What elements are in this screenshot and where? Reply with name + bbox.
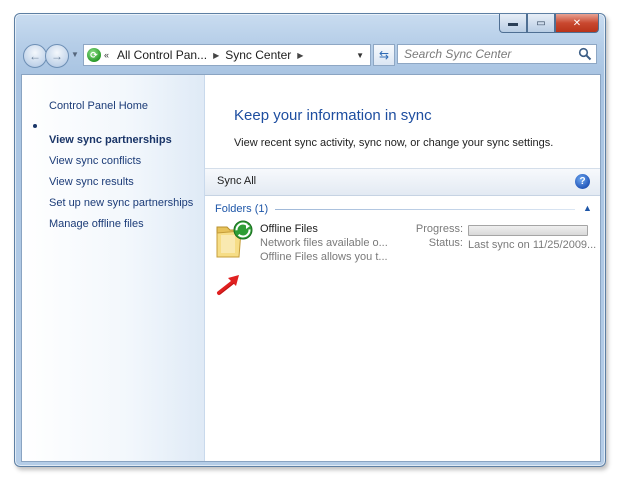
chevron-right-icon[interactable]: ▶: [213, 51, 219, 60]
sync-center-window: ▬ ▭ ✕ ← → ▼ ⟳ « All Control Pan... ▶ Syn…: [14, 13, 606, 467]
refresh-button[interactable]: ⇆: [373, 44, 395, 66]
maximize-button[interactable]: ▭: [527, 14, 555, 33]
address-bar[interactable]: ⟳ « All Control Pan... ▶ Sync Center ▶ ▼: [83, 44, 371, 66]
collapse-group-icon[interactable]: ▲: [583, 203, 592, 213]
content-pane: Keep your information in sync View recen…: [205, 75, 600, 461]
item-name: Offline Files: [260, 223, 318, 235]
close-icon: ✕: [572, 17, 582, 29]
breadcrumb-control-panel[interactable]: All Control Pan...: [117, 48, 207, 62]
page-description: View recent sync activity, sync now, or …: [234, 137, 554, 149]
view-sync-results-link[interactable]: View sync results: [49, 176, 134, 188]
chevron-down-icon: ▼: [71, 50, 79, 59]
group-divider: [275, 209, 575, 210]
forward-button[interactable]: →: [45, 44, 69, 68]
page-title: Keep your information in sync: [234, 107, 432, 124]
progress-label: Progress:: [415, 223, 463, 235]
sync-partnership-item[interactable]: Offline Files Network files available o.…: [215, 219, 597, 269]
maximize-icon: ▭: [536, 17, 546, 29]
recent-pages-dropdown[interactable]: ▼: [71, 50, 79, 59]
forward-arrow-icon: →: [51, 49, 63, 63]
view-sync-partnerships-link[interactable]: View sync partnerships: [49, 134, 172, 146]
item-description-line1: Network files available o...: [260, 237, 388, 249]
sync-all-button[interactable]: Sync All: [217, 175, 256, 187]
help-icon[interactable]: ?: [575, 174, 590, 189]
status-value: Last sync on 11/25/2009...: [468, 239, 597, 251]
manage-offline-files-link[interactable]: Manage offline files: [49, 218, 144, 230]
annotation-arrow-icon: [217, 275, 239, 295]
chevron-right-icon[interactable]: ▶: [297, 51, 303, 60]
back-button[interactable]: ←: [23, 44, 47, 68]
minimize-icon: ▬: [508, 17, 518, 29]
caption-buttons: ▬ ▭ ✕: [499, 14, 599, 34]
navigation-bar: ← → ▼ ⟳ « All Control Pan... ▶ Sync Cent…: [21, 42, 599, 68]
refresh-icon: ⇆: [378, 48, 390, 62]
search-icon[interactable]: [578, 47, 592, 61]
client-area: Control Panel Home View sync partnership…: [21, 74, 601, 462]
view-sync-conflicts-link[interactable]: View sync conflicts: [49, 155, 141, 167]
address-dropdown-icon[interactable]: ▼: [350, 51, 370, 60]
set-up-new-sync-partnerships-link[interactable]: Set up new sync partnerships: [49, 197, 193, 209]
left-navigation-pane: Control Panel Home View sync partnership…: [22, 75, 205, 461]
folders-group-header[interactable]: Folders (1): [215, 203, 268, 215]
folder-icon: [216, 220, 253, 258]
current-page-bullet: [33, 124, 37, 128]
status-label: Status:: [428, 237, 463, 249]
close-button[interactable]: ✕: [555, 14, 599, 33]
control-panel-home-link[interactable]: Control Panel Home: [49, 100, 148, 112]
breadcrumb-sync-center[interactable]: Sync Center: [225, 48, 291, 62]
search-box[interactable]: [397, 44, 597, 64]
address-overflow-chevron[interactable]: «: [104, 50, 109, 60]
sync-progress-bar: [468, 225, 588, 236]
sync-center-icon: ⟳: [87, 48, 101, 62]
item-description-line2: Offline Files allows you t...: [260, 251, 388, 263]
minimize-button[interactable]: ▬: [499, 14, 527, 33]
search-input[interactable]: [398, 45, 574, 63]
command-toolbar: Sync All ?: [205, 168, 600, 196]
back-arrow-icon: ←: [29, 49, 41, 63]
